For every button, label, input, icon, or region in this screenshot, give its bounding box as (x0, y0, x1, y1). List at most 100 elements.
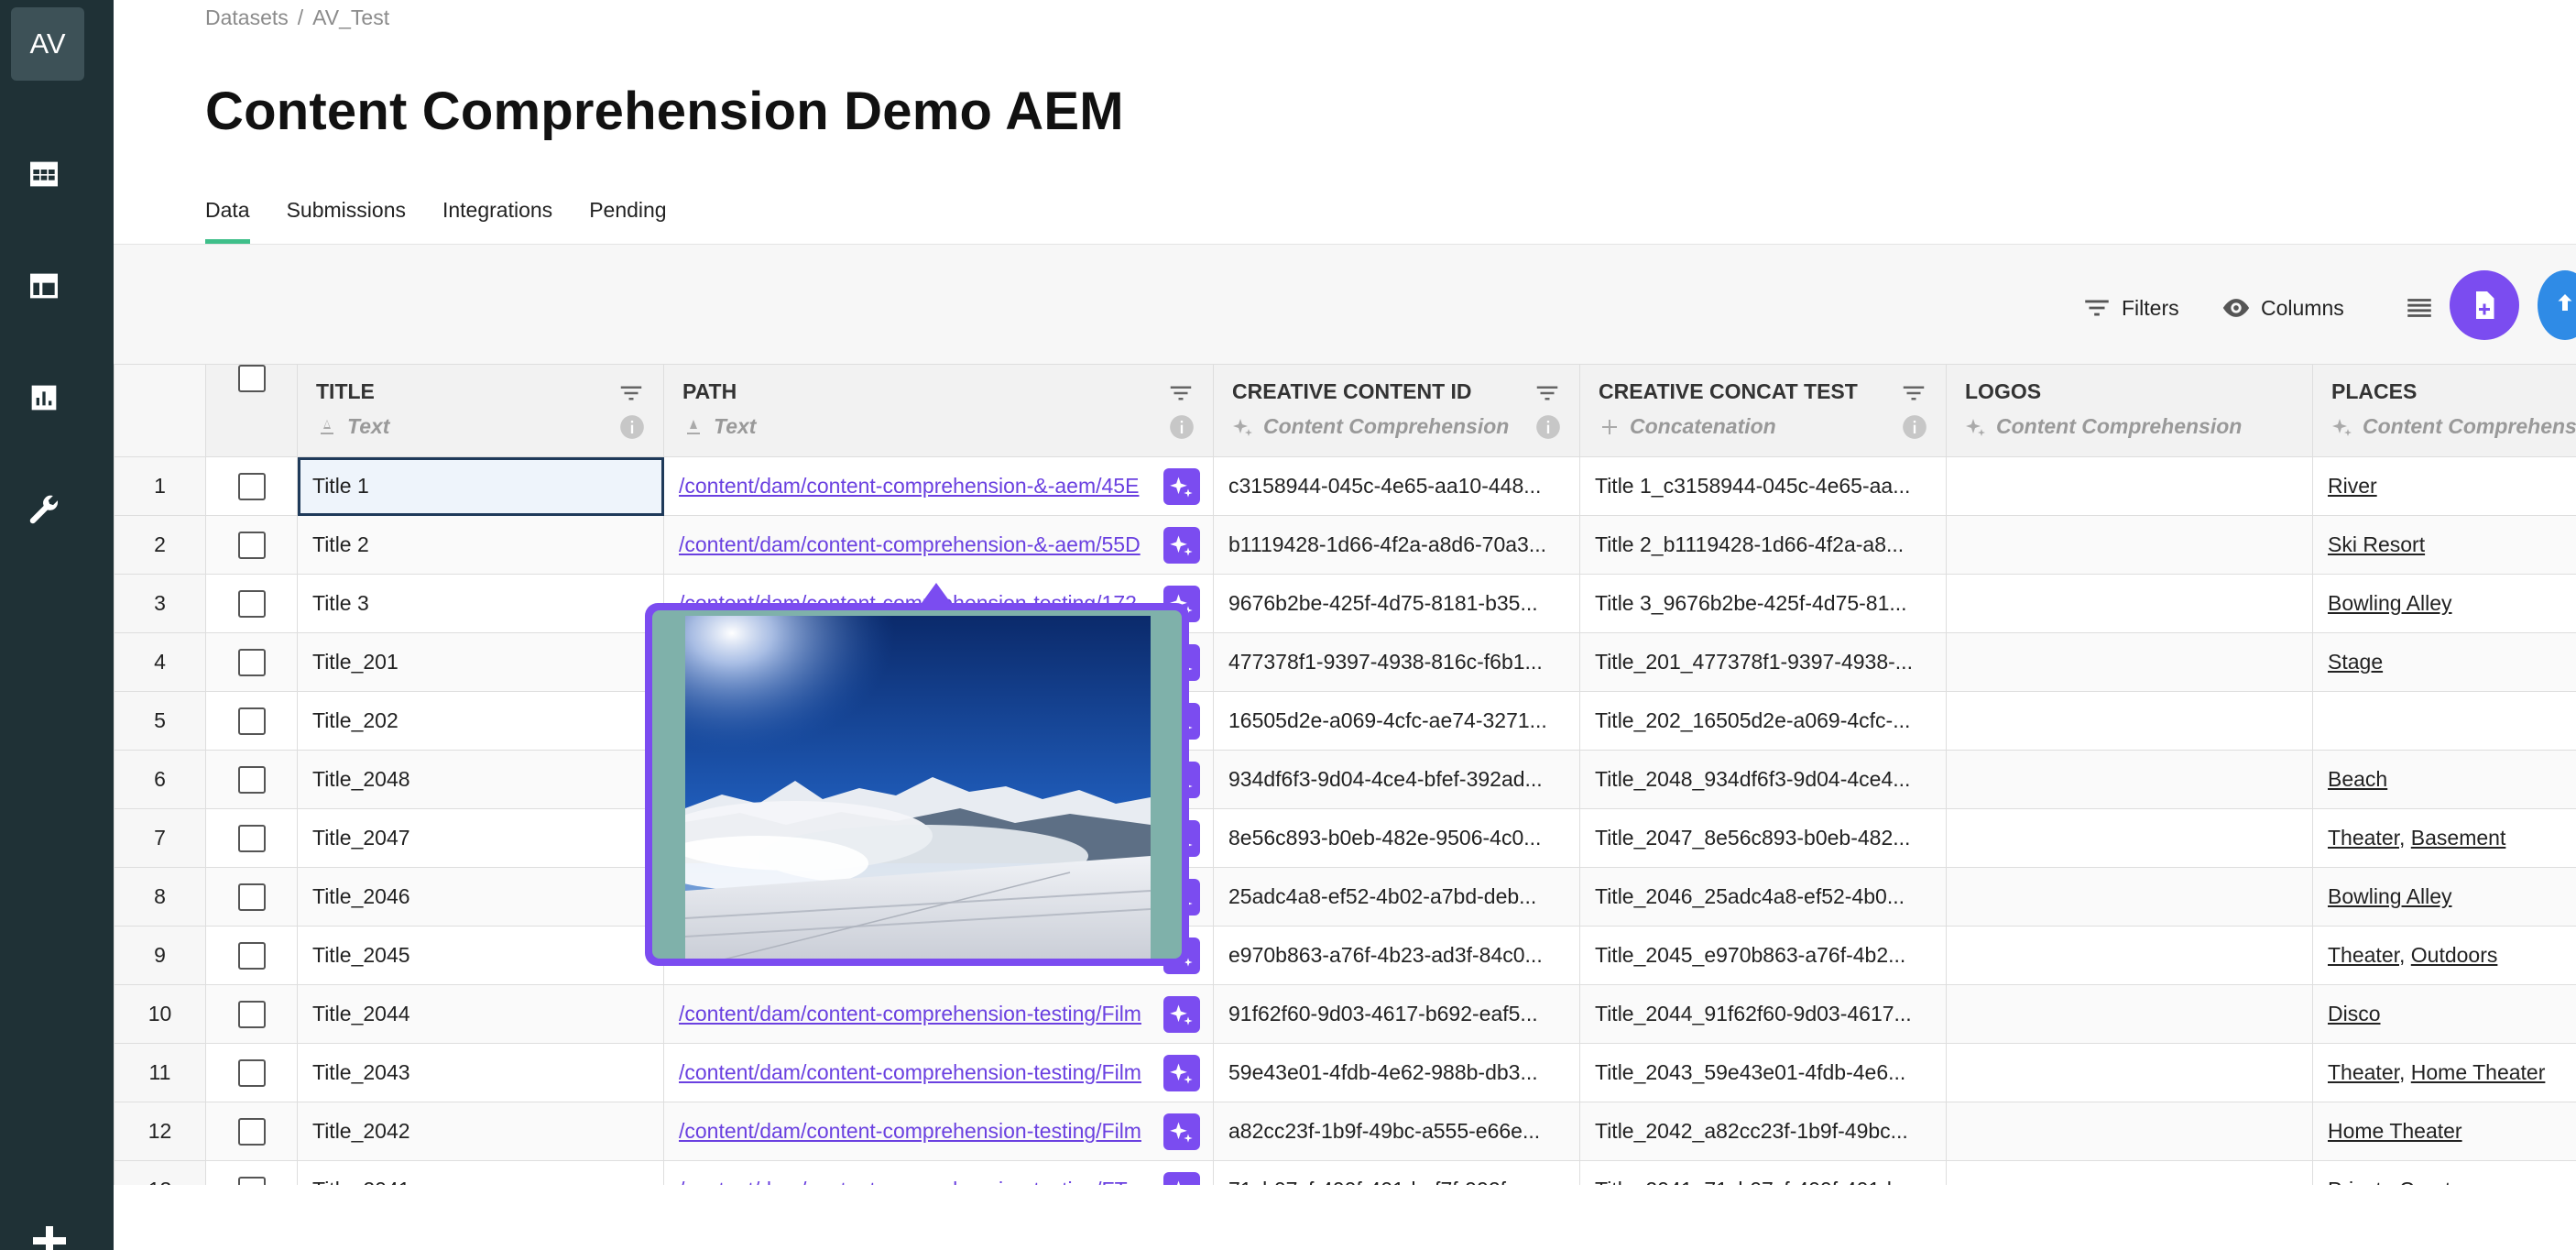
place-link[interactable]: Ski Resort (2328, 532, 2425, 556)
logos-cell[interactable] (1946, 632, 2313, 692)
places-cell[interactable]: Bowling Alley (2312, 867, 2576, 927)
logos-cell[interactable] (1946, 984, 2313, 1044)
tab-pending[interactable]: Pending (589, 198, 666, 244)
row-checkbox[interactable] (237, 765, 266, 794)
creative-content-id-cell[interactable]: 934df6f3-9d04-4ce4-bfef-392ad... (1213, 750, 1580, 809)
row-checkbox[interactable] (237, 824, 266, 852)
creative-content-id-cell[interactable]: c3158944-045c-4e65-aa10-448... (1213, 456, 1580, 516)
table-row[interactable]: 13 Title_2041/content/dam/content-compreh… (114, 1160, 2576, 1185)
creative-concat-cell[interactable]: Title_2041_71cb07cf-400f-401d... (1579, 1160, 1947, 1185)
places-cell[interactable]: Theater, Basement (2312, 808, 2576, 868)
creative-concat-cell[interactable]: Title 2_b1119428-1d66-4f2a-a8... (1579, 515, 1947, 575)
column-header-path[interactable]: PATH Text (663, 364, 1214, 457)
logos-cell[interactable] (1946, 1102, 2313, 1161)
row-checkbox[interactable] (237, 472, 266, 500)
table-row[interactable]: 5 Title_202 16505d2e-a069-4cfc-ae74-3271..… (114, 691, 2576, 751)
creative-content-id-cell[interactable]: a82cc23f-1b9f-49bc-a555-e66e... (1213, 1102, 1580, 1161)
layout-icon[interactable] (24, 266, 64, 306)
row-checkbox[interactable] (237, 941, 266, 970)
logos-cell[interactable] (1946, 456, 2313, 516)
path-link[interactable]: /content/dam/content-comprehension-&-aem… (679, 474, 1162, 499)
places-cell[interactable]: Private Court (2312, 1160, 2576, 1185)
place-link[interactable]: Private Court (2328, 1178, 2450, 1185)
place-link[interactable]: Home Theater (2328, 1119, 2462, 1143)
path-link[interactable]: /content/dam/content-comprehension-testi… (679, 1178, 1162, 1185)
places-cell[interactable]: Bowling Alley (2312, 574, 2576, 633)
path-cell[interactable]: /content/dam/content-comprehension-testi… (663, 1160, 1214, 1185)
avatar[interactable]: AV (11, 7, 84, 81)
place-link[interactable]: Theater (2328, 826, 2399, 850)
title-cell[interactable]: Title_2044 (297, 984, 664, 1044)
table-row[interactable]: 1 Title 1/content/dam/content-comprehensi… (114, 456, 2576, 516)
creative-content-id-cell[interactable]: 16505d2e-a069-4cfc-ae74-3271... (1213, 691, 1580, 751)
logos-cell[interactable] (1946, 574, 2313, 633)
places-cell[interactable]: Beach (2312, 750, 2576, 809)
place-link[interactable]: River (2328, 474, 2377, 498)
place-link[interactable]: Beach (2328, 767, 2387, 791)
creative-concat-cell[interactable]: Title 3_9676b2be-425f-4d75-81... (1579, 574, 1947, 633)
place-link[interactable]: Home Theater (2411, 1060, 2546, 1084)
table-row[interactable]: 10 Title_2044/content/dam/content-compreh… (114, 984, 2576, 1044)
info-icon[interactable] (1535, 414, 1561, 440)
column-header-creative-concat-test[interactable]: CREATIVE CONCAT TEST Concatenation (1579, 364, 1947, 457)
creative-concat-cell[interactable]: Title_2044_91f62f60-9d03-4617... (1579, 984, 1947, 1044)
table-row[interactable]: 8 Title_2046 25adc4a8-ef52-4b02-a7bd-deb..… (114, 867, 2576, 927)
wrench-icon[interactable] (24, 489, 64, 530)
select-all-checkbox[interactable] (237, 365, 266, 392)
logos-cell[interactable] (1946, 750, 2313, 809)
breadcrumb-current[interactable]: AV_Test (312, 5, 389, 29)
creative-content-id-cell[interactable]: 91f62f60-9d03-4617-b692-eaf5... (1213, 984, 1580, 1044)
path-link[interactable]: /content/dam/content-comprehension-testi… (679, 1060, 1162, 1085)
column-header-places[interactable]: PLACES Content Comprehens (2312, 364, 2576, 457)
ai-preview-button[interactable] (1163, 467, 1200, 505)
row-checkbox[interactable] (237, 531, 266, 559)
path-cell[interactable]: /content/dam/content-comprehension-&-aem… (663, 515, 1214, 575)
place-link[interactable]: Outdoors (2411, 943, 2498, 967)
image-preview-popup[interactable] (645, 583, 1189, 966)
column-filter-icon[interactable] (1167, 379, 1195, 407)
column-filter-icon[interactable] (617, 379, 645, 407)
path-cell[interactable]: /content/dam/content-comprehension-testi… (663, 1043, 1214, 1102)
place-link[interactable]: Theater (2328, 943, 2399, 967)
table-row[interactable]: 3Title 3/content/dam/content-comprehensi… (114, 574, 2576, 633)
row-checkbox[interactable] (237, 589, 266, 618)
creative-concat-cell[interactable]: Title 1_c3158944-045c-4e65-aa... (1579, 456, 1947, 516)
breadcrumb-datasets[interactable]: Datasets (205, 5, 289, 29)
ai-preview-button[interactable] (1163, 1054, 1200, 1091)
creative-content-id-cell[interactable]: 8e56c893-b0eb-482e-9506-4c0... (1213, 808, 1580, 868)
analytics-icon[interactable] (24, 378, 64, 418)
logos-cell[interactable] (1946, 1160, 2313, 1185)
creative-concat-cell[interactable]: Title_2042_a82cc23f-1b9f-49bc... (1579, 1102, 1947, 1161)
ai-preview-button[interactable] (1163, 526, 1200, 564)
ai-preview-button[interactable] (1163, 1113, 1200, 1150)
path-link[interactable]: /content/dam/content-comprehension-&-aem… (679, 532, 1162, 557)
title-cell[interactable]: Title_2042 (297, 1102, 664, 1161)
table-icon[interactable] (24, 154, 64, 194)
place-link[interactable]: Basement (2411, 826, 2506, 850)
table-row[interactable]: 6 Title_2048 934df6f3-9d04-4ce4-bfef-392ad… (114, 750, 2576, 809)
creative-content-id-cell[interactable]: 477378f1-9397-4938-816c-f6b1... (1213, 632, 1580, 692)
row-checkbox[interactable] (237, 883, 266, 911)
row-checkbox[interactable] (237, 707, 266, 735)
creative-concat-cell[interactable]: Title_2043_59e43e01-4fdb-4e6... (1579, 1043, 1947, 1102)
creative-content-id-cell[interactable]: 71cb07cf-400f-401d-af7f-992f... (1213, 1160, 1580, 1185)
ai-preview-button[interactable] (1163, 1171, 1200, 1185)
places-cell[interactable]: Ski Resort (2312, 515, 2576, 575)
column-filter-icon[interactable] (1534, 379, 1561, 407)
places-cell[interactable]: Home Theater (2312, 1102, 2576, 1161)
column-header-creative-content-id[interactable]: CREATIVE CONTENT ID Content Comprehensio… (1213, 364, 1580, 457)
creative-concat-cell[interactable]: Title_2045_e970b863-a76f-4b2... (1579, 926, 1947, 985)
path-cell[interactable]: /content/dam/content-comprehension-testi… (663, 984, 1214, 1044)
places-cell[interactable]: Theater, Outdoors (2312, 926, 2576, 985)
places-cell[interactable]: Theater, Home Theater (2312, 1043, 2576, 1102)
path-link[interactable]: /content/dam/content-comprehension-testi… (679, 1119, 1162, 1144)
row-checkbox[interactable] (237, 1117, 266, 1146)
column-header-logos[interactable]: LOGOS Content Comprehension (1946, 364, 2313, 457)
add-file-button[interactable] (2450, 270, 2519, 340)
tab-submissions[interactable]: Submissions (287, 198, 406, 244)
ai-preview-button[interactable] (1163, 995, 1200, 1033)
columns-button[interactable]: Columns (2221, 292, 2344, 323)
logos-cell[interactable] (1946, 926, 2313, 985)
title-cell[interactable]: Title_2048 (297, 750, 664, 809)
tab-integrations[interactable]: Integrations (442, 198, 552, 244)
